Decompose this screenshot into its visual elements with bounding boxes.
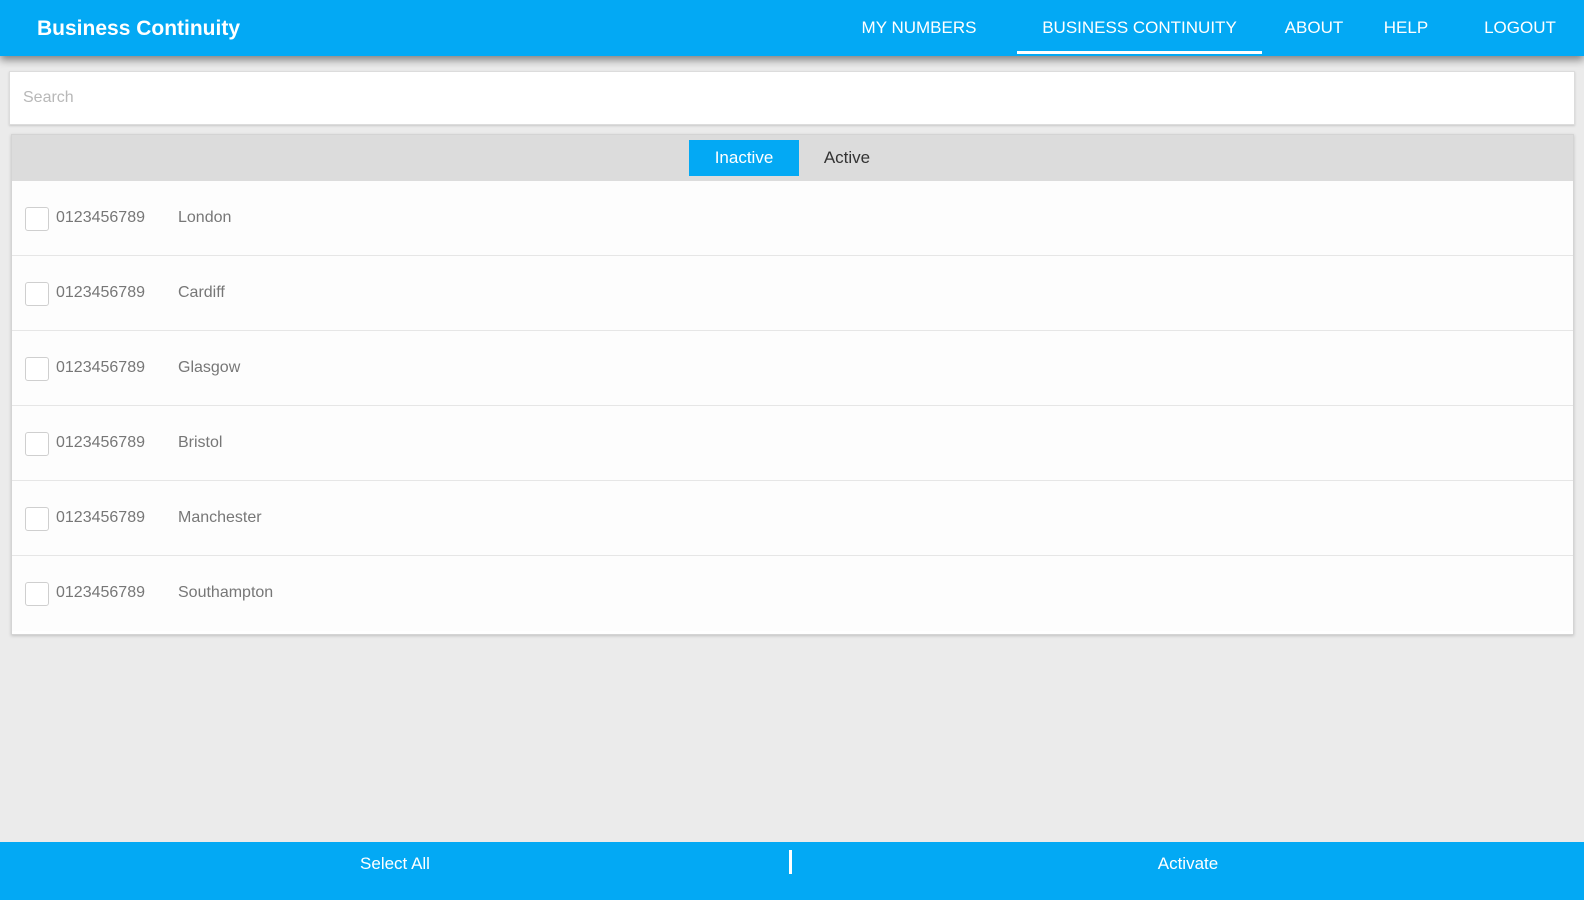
app-header: Business Continuity MY NUMBERS BUSINESS … xyxy=(0,0,1584,56)
phone-number: 0123456789 xyxy=(56,434,145,451)
row-checkbox[interactable] xyxy=(25,507,49,531)
list-item[interactable]: 0123456789 Bristol xyxy=(12,406,1573,481)
nav-item-logout[interactable]: LOGOUT xyxy=(1462,0,1578,56)
phone-number: 0123456789 xyxy=(56,584,145,601)
activate-button[interactable]: Activate xyxy=(792,842,1584,890)
list-item[interactable]: 0123456789 Cardiff xyxy=(12,256,1573,331)
row-checkbox[interactable] xyxy=(25,432,49,456)
app-title: Business Continuity xyxy=(37,17,241,40)
row-checkbox[interactable] xyxy=(25,282,49,306)
list-item[interactable]: 0123456789 Southampton xyxy=(12,556,1573,631)
list-item[interactable]: 0123456789 London xyxy=(12,181,1573,256)
search-input[interactable] xyxy=(9,71,1575,125)
phone-number: 0123456789 xyxy=(56,509,145,526)
phone-number: 0123456789 xyxy=(56,209,145,226)
status-tabbar: Inactive Active xyxy=(12,135,1573,181)
tab-active[interactable]: Active xyxy=(799,140,895,176)
select-all-button[interactable]: Select All xyxy=(0,842,790,890)
nav-item-my-numbers[interactable]: MY NUMBERS xyxy=(849,0,989,56)
city-name: Manchester xyxy=(178,509,262,526)
list-item[interactable]: 0123456789 Manchester xyxy=(12,481,1573,556)
tab-inactive[interactable]: Inactive xyxy=(689,140,799,176)
nav-item-business-continuity[interactable]: BUSINESS CONTINUITY xyxy=(1017,0,1262,56)
row-checkbox[interactable] xyxy=(25,207,49,231)
action-bar: Select All Activate xyxy=(0,842,1584,900)
city-name: Southampton xyxy=(178,584,274,601)
numbers-panel: Inactive Active 0123456789 London 012345… xyxy=(11,134,1574,635)
nav-item-help[interactable]: HELP xyxy=(1364,0,1448,56)
phone-number: 0123456789 xyxy=(56,359,145,376)
nav-item-about[interactable]: ABOUT xyxy=(1269,0,1359,56)
row-checkbox[interactable] xyxy=(25,357,49,381)
city-name: Cardiff xyxy=(178,284,225,301)
city-name: Glasgow xyxy=(178,359,241,376)
city-name: London xyxy=(178,209,232,226)
numbers-list: 0123456789 London 0123456789 Cardiff 012… xyxy=(12,181,1573,631)
list-item[interactable]: 0123456789 Glasgow xyxy=(12,331,1573,406)
city-name: Bristol xyxy=(178,434,223,451)
row-checkbox[interactable] xyxy=(25,582,49,606)
phone-number: 0123456789 xyxy=(56,284,145,301)
